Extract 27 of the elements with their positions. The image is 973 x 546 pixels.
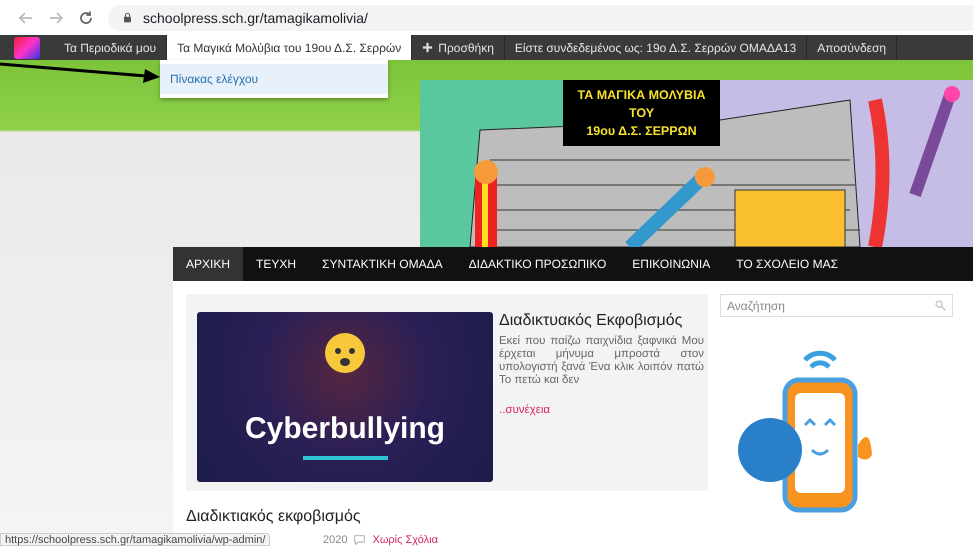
reload-icon[interactable] xyxy=(78,10,94,26)
post-excerpt: Εκεί που παίζω παιχνίδια ξαφνικά Μου έρχεται μήνυμα μπροστά στον υπολογιστή ξανά Ένα κλικ λοιπόν πατώ Το πετώ και δεν xyxy=(499,335,704,387)
post-title[interactable]: Διαδικτιακός εκφοβισμός xyxy=(186,508,708,526)
nav-item[interactable]: ΤΟ ΣΧΟΛΕΙΟ ΜΑΣ xyxy=(723,247,852,281)
forward-icon[interactable] xyxy=(48,10,64,26)
read-more-link[interactable]: ..συνέχεια xyxy=(499,404,704,416)
plus-icon xyxy=(422,42,434,53)
comment-icon xyxy=(353,534,366,546)
banner-title: ΤΑ ΜΑΓΙΚΑ ΜΟΛΥΒΙΑ ΤΟΥ 19ου Δ.Σ. ΣΕΡΡΩΝ xyxy=(563,80,720,146)
post-title[interactable]: Διαδικτυακός Εκφοβισμός xyxy=(499,312,704,330)
nav-item[interactable]: ΣΥΝΤΑΚΤΙΚΗ ΟΜΑΔΑ xyxy=(309,247,456,281)
link-status-bubble: https://schoolpress.sch.gr/tamagikamolivia/wp-admin/ xyxy=(0,533,270,546)
nav-item[interactable]: ΕΠΙΚΟΙΝΩΝΙΑ xyxy=(619,247,724,281)
nav-item[interactable]: ΤΕΥΧΗ xyxy=(243,247,310,281)
back-icon[interactable] xyxy=(18,10,34,26)
nav-item[interactable]: ΑΡΧΙΚΗ xyxy=(173,247,244,281)
dropdown-item[interactable]: Πίνακας ελέγχου xyxy=(160,64,388,94)
post-image: Cyberbullying xyxy=(197,312,493,482)
comments-link[interactable]: Χωρίς Σχόλια xyxy=(372,534,438,546)
admin-bar-item[interactable]: Τα Μαγικά Μολύβια του 19ου Δ.Σ. Σερρών xyxy=(167,35,412,60)
search-icon[interactable] xyxy=(935,300,946,311)
lock-icon xyxy=(122,12,133,23)
nav-item[interactable]: ΔΙΔΑΚΤΙΚΟ ΠΡΟΣΩΠΙΚΟ xyxy=(456,247,620,281)
post-date: 2020 xyxy=(323,534,348,546)
address-bar[interactable]: schoolpress.sch.gr/tamagikamolivia/ xyxy=(108,4,973,30)
site-logo[interactable] xyxy=(14,36,40,58)
search-field[interactable]: Αναζήτηση xyxy=(720,294,953,317)
